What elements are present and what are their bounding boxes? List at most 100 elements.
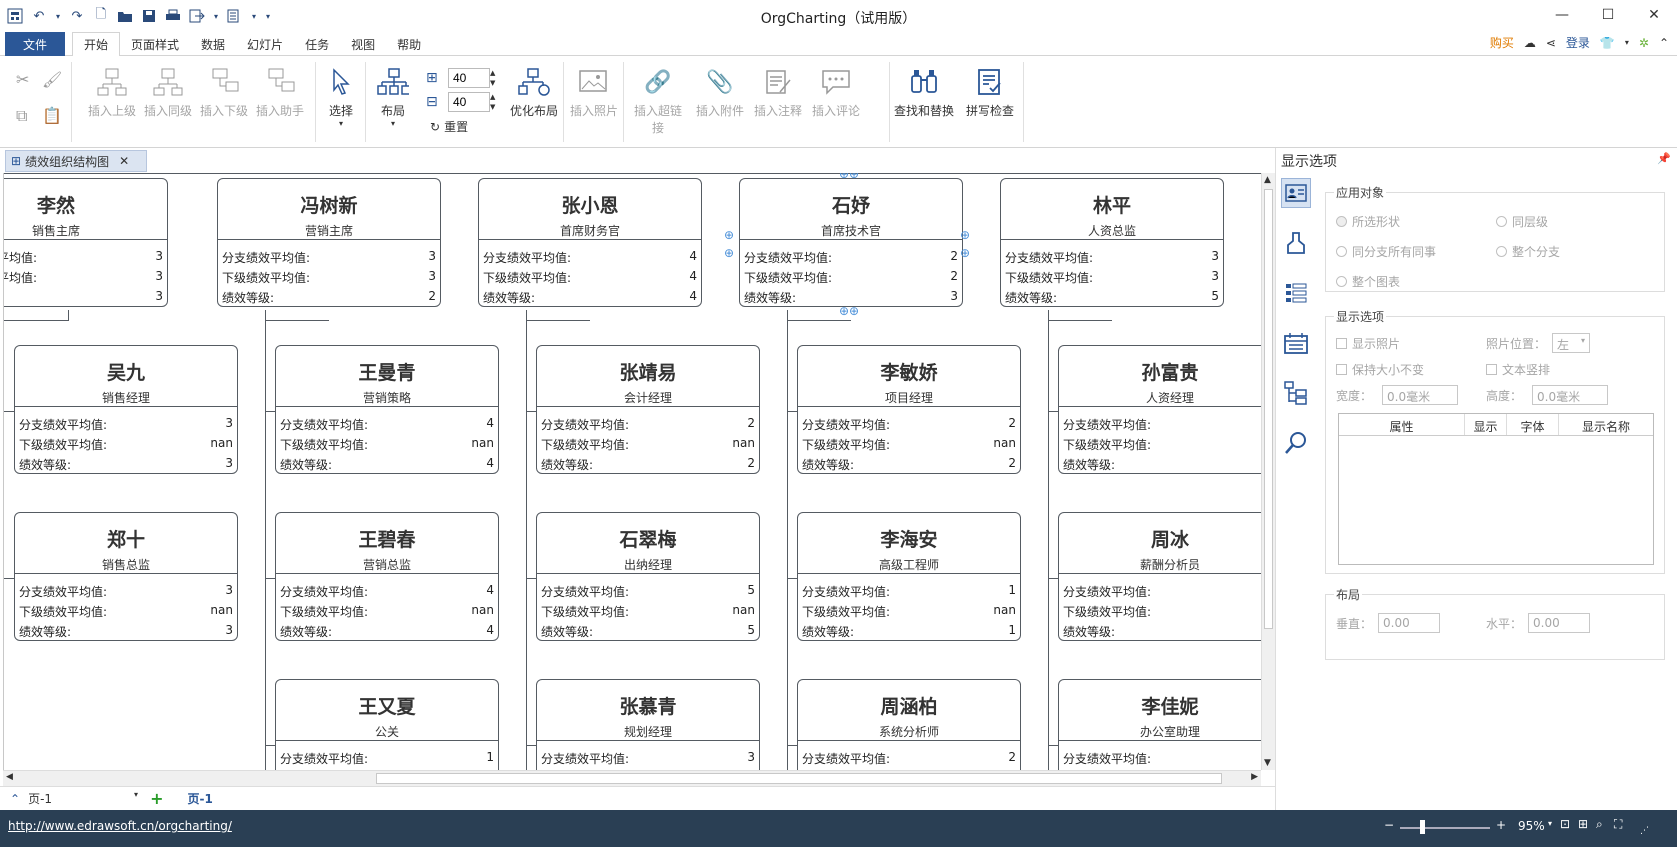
radio-selected-shape[interactable]: 所选形状 xyxy=(1336,213,1400,230)
undo-dropdown-icon[interactable]: ▾ xyxy=(54,7,62,25)
photo-position-select[interactable]: 左 ▾ xyxy=(1552,333,1590,353)
share-icon[interactable]: ⋖ xyxy=(1546,36,1556,50)
skin-dropdown-icon[interactable]: ▾ xyxy=(1625,38,1629,47)
insert-child-button[interactable]: 插入下级 xyxy=(196,66,252,119)
col-display-name[interactable]: 显示名称 xyxy=(1559,414,1653,435)
org-node[interactable]: 周冰 薪酬分析员 分支绩效平均值: 下级绩效平均值: 绩效等级: xyxy=(1058,512,1261,641)
insert-assistant-button[interactable]: 插入助手 xyxy=(252,66,308,119)
radio-same-branch-colleagues[interactable]: 同分支所有同事 xyxy=(1336,243,1436,260)
selection-handle[interactable]: ⊕ xyxy=(960,228,970,242)
horizontal-spacing-stepper[interactable]: ▲ ▼ xyxy=(490,68,495,88)
org-node[interactable]: 张靖易 会计经理 分支绩效平均值: 2 下级绩效平均值: nan 绩效等级: 2 xyxy=(536,345,760,474)
vertical-text-checkbox[interactable]: 文本竖排 xyxy=(1486,361,1550,378)
login-link[interactable]: 登录 xyxy=(1566,34,1590,51)
scroll-left-icon[interactable]: ◀ xyxy=(6,772,13,782)
list-icon[interactable] xyxy=(1281,278,1311,308)
scroll-thumb-v[interactable] xyxy=(1264,189,1273,629)
selection-handle[interactable]: ⊕ xyxy=(960,246,970,260)
col-property[interactable]: 属性 xyxy=(1339,414,1465,435)
document-tab[interactable]: ⊞ 绩效组织结构图 ✕ xyxy=(5,150,147,172)
cut-icon[interactable]: ✂ xyxy=(16,70,29,89)
customize-qat-icon[interactable]: ▾ xyxy=(264,7,272,25)
vertical-spacing-input[interactable] xyxy=(448,92,490,112)
scroll-up-icon[interactable]: ▲ xyxy=(1264,175,1271,185)
close-icon[interactable]: ✕ xyxy=(1631,0,1677,30)
redo-icon[interactable]: ↷ xyxy=(68,7,86,25)
org-node[interactable]: 冯树新 营销主席 分支绩效平均值: 3 下级绩效平均值: 3 绩效等级: 2 xyxy=(217,178,441,307)
zoom-in-icon[interactable]: + xyxy=(1496,818,1506,832)
height-input[interactable]: 0.0毫米 xyxy=(1532,385,1608,405)
col-show[interactable]: 显示 xyxy=(1465,414,1507,435)
org-node[interactable]: 孙富贵 人资经理 分支绩效平均值: 下级绩效平均值: 绩效等级: xyxy=(1058,345,1261,474)
selection-handle[interactable]: ⊕⊕ xyxy=(839,173,859,181)
copy-icon[interactable]: ⧉ xyxy=(16,106,27,126)
close-tab-icon[interactable]: ✕ xyxy=(119,154,129,168)
tab-home[interactable]: 开始 xyxy=(72,32,121,57)
search-icon[interactable] xyxy=(1281,428,1311,458)
tab-help[interactable]: 帮助 xyxy=(386,32,432,56)
radio-whole-branch[interactable]: 整个分支 xyxy=(1496,243,1560,260)
vertical-input[interactable]: 0.00 xyxy=(1378,613,1440,633)
cloud-icon[interactable]: ☁ xyxy=(1524,36,1536,50)
org-node[interactable]: 李海安 高级工程师 分支绩效平均值: 1 下级绩效平均值: nan 绩效等级: 1 xyxy=(797,512,1021,641)
width-input[interactable]: 0.0毫米 xyxy=(1382,385,1458,405)
export-icon[interactable] xyxy=(188,7,206,25)
selection-handle[interactable]: ⊕ xyxy=(724,228,734,242)
undo-icon[interactable]: ↶ xyxy=(30,7,48,25)
keep-size-checkbox[interactable]: 保持大小不变 xyxy=(1336,361,1424,378)
spell-check-button[interactable]: 拼写检查 xyxy=(960,66,1020,119)
scroll-thumb-h[interactable] xyxy=(376,773,1222,784)
skin-icon[interactable]: 👕 xyxy=(1600,36,1615,50)
zoom-level[interactable]: 95% xyxy=(1518,819,1545,833)
tab-slides[interactable]: 幻灯片 xyxy=(236,32,294,56)
insert-link-button[interactable]: 🔗 插入超链接 xyxy=(630,66,686,136)
zoom-dropdown-icon[interactable]: ▾ xyxy=(1548,819,1552,828)
pin-icon[interactable]: 📌 xyxy=(1657,152,1671,165)
org-node[interactable]: 张慕青 规划经理 分支绩效平均值:3下级绩效平均值:绩效等级: xyxy=(536,679,760,770)
format-painter-icon[interactable]: 🖌 xyxy=(42,70,62,89)
calendar-icon[interactable] xyxy=(1281,328,1311,358)
reset-button[interactable]: ↻ 重置 xyxy=(430,118,468,135)
save-icon[interactable] xyxy=(140,7,158,25)
maximize-icon[interactable]: ☐ xyxy=(1585,0,1631,30)
org-node[interactable]: 石妤 首席技术官 分支绩效平均值: 2 下级绩效平均值: 2 绩效等级: 3 xyxy=(739,178,963,307)
website-link[interactable]: http://www.edrawsoft.cn/orgcharting/ xyxy=(8,819,232,833)
radio-same-level[interactable]: 同层级 xyxy=(1496,213,1548,230)
options-dropdown-icon[interactable]: ▾ xyxy=(250,7,258,25)
layout-button[interactable]: 布局 ▾ xyxy=(370,66,416,128)
insert-comment-button[interactable]: 插入评论 xyxy=(808,66,864,119)
fit-page-icon[interactable]: ⊡ xyxy=(1560,817,1570,831)
zoom-out-icon[interactable]: − xyxy=(1384,818,1394,832)
select-button[interactable]: 选择 ▾ xyxy=(316,66,366,128)
insert-attachment-button[interactable]: 📎 插入附件 xyxy=(692,66,748,119)
vertical-spacing-stepper[interactable]: ▲ ▼ xyxy=(490,92,495,112)
open-icon[interactable] xyxy=(116,7,134,25)
insert-sibling-button[interactable]: 插入同级 xyxy=(140,66,196,119)
tree-icon[interactable] xyxy=(1281,378,1311,408)
resize-grip-icon[interactable]: ⋰ xyxy=(1640,826,1649,836)
horizontal-scrollbar[interactable]: ◀ ▶ xyxy=(3,770,1261,786)
tab-page-style[interactable]: 页面样式 xyxy=(120,32,190,56)
tab-view[interactable]: 视图 xyxy=(340,32,386,56)
radio-whole-chart[interactable]: 整个图表 xyxy=(1336,273,1400,290)
org-node[interactable]: 郑十 销售总监 分支绩效平均值: 3 下级绩效平均值: nan 绩效等级: 3 xyxy=(14,512,238,641)
org-node[interactable]: 周涵柏 系统分析师 分支绩效平均值:2下级绩效平均值:绩效等级: xyxy=(797,679,1021,770)
org-node[interactable]: 王又夏 公关 分支绩效平均值:1下级绩效平均值:绩效等级: xyxy=(275,679,499,770)
full-screen-icon[interactable]: ⛶ xyxy=(1614,817,1622,832)
insert-note-button[interactable]: 插入注释 xyxy=(750,66,806,119)
org-node[interactable]: 石翠梅 出纳经理 分支绩效平均值: 5 下级绩效平均值: nan 绩效等级: 5 xyxy=(536,512,760,641)
page-tab-active[interactable]: 页-1 xyxy=(187,790,212,807)
horizontal-spacing-input[interactable] xyxy=(448,68,490,88)
pages-collapse-icon[interactable]: ⌃ xyxy=(10,792,20,806)
insert-photo-button[interactable]: 插入照片 xyxy=(566,66,622,119)
style-icon[interactable] xyxy=(1281,228,1311,258)
zoom-slider-thumb[interactable] xyxy=(1420,820,1425,834)
chart-canvas[interactable]: 李然 销售主席 分支绩效平均值:3下级绩效平均值:3绩效等级:3 冯树新 营销主席… xyxy=(3,173,1261,770)
org-node[interactable]: 李然 销售主席 分支绩效平均值:3下级绩效平均值:3绩效等级:3 xyxy=(4,178,168,307)
new-icon[interactable]: 🗋 xyxy=(92,7,110,25)
find-replace-button[interactable]: 查找和替换 xyxy=(892,66,956,119)
options-icon[interactable] xyxy=(226,7,244,25)
selection-handle[interactable]: ⊕⊕ xyxy=(839,304,859,318)
print-icon[interactable] xyxy=(164,7,182,25)
org-node[interactable]: 吴九 销售经理 分支绩效平均值: 3 下级绩效平均值: nan 绩效等级: 3 xyxy=(14,345,238,474)
